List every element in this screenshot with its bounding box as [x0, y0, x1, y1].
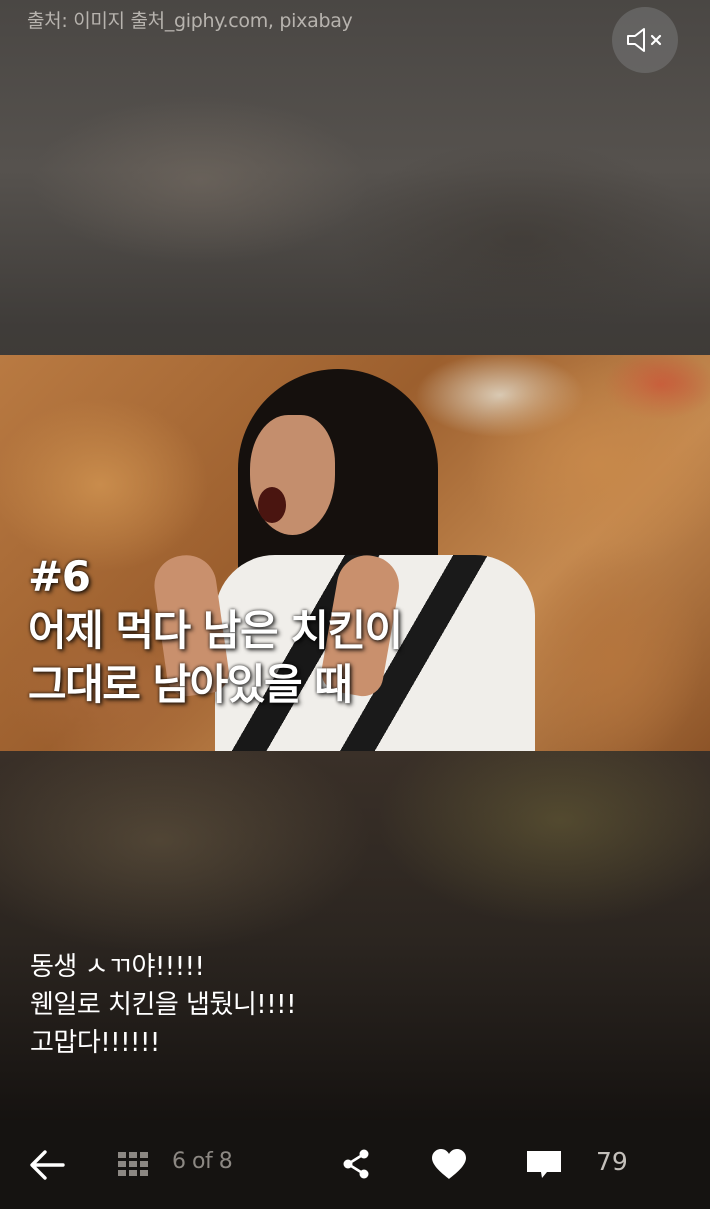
- slide-description: 동생 ㅅㄲ야!!!!! 웬일로 치킨을 냅뒀니!!!! 고맙다!!!!!!: [30, 948, 297, 1062]
- heart-icon: [432, 1149, 466, 1179]
- image-caption: #6 어제 먹다 남은 치킨이 그대로 남아있을 때: [28, 550, 403, 712]
- caption-line: 어제 먹다 남은 치킨이: [28, 606, 403, 655]
- page-indicator: 6 of 8: [172, 1149, 233, 1174]
- image-subject-mouth: [258, 487, 286, 523]
- description-line: 고맙다!!!!!!: [30, 1028, 160, 1058]
- comment-count: 79: [596, 1147, 628, 1176]
- slide-viewer: 출처: 이미지 출처_giphy.com, pixabay #6 어제 먹다 남…: [0, 0, 710, 1209]
- grid-icon: [118, 1152, 148, 1176]
- back-button[interactable]: [22, 1142, 72, 1188]
- like-button[interactable]: [428, 1144, 470, 1184]
- bottom-toolbar: 6 of 8 79: [0, 1120, 710, 1209]
- comment-icon: [527, 1151, 561, 1178]
- speaker-muted-icon: [627, 28, 662, 52]
- description-line: 동생 ㅅㄲ야!!!!!: [30, 952, 205, 982]
- arrow-left-icon: [30, 1150, 65, 1180]
- caption-number: #6: [28, 552, 91, 601]
- share-button[interactable]: [336, 1144, 376, 1184]
- description-line: 웬일로 치킨을 냅뒀니!!!!: [30, 990, 297, 1020]
- share-icon: [343, 1149, 369, 1179]
- mute-button[interactable]: [612, 7, 678, 73]
- comment-button[interactable]: [522, 1144, 566, 1184]
- source-credit: 출처: 이미지 출처_giphy.com, pixabay: [27, 10, 353, 32]
- caption-line: 그대로 남아있을 때: [28, 660, 353, 709]
- grid-view-button[interactable]: [115, 1146, 151, 1182]
